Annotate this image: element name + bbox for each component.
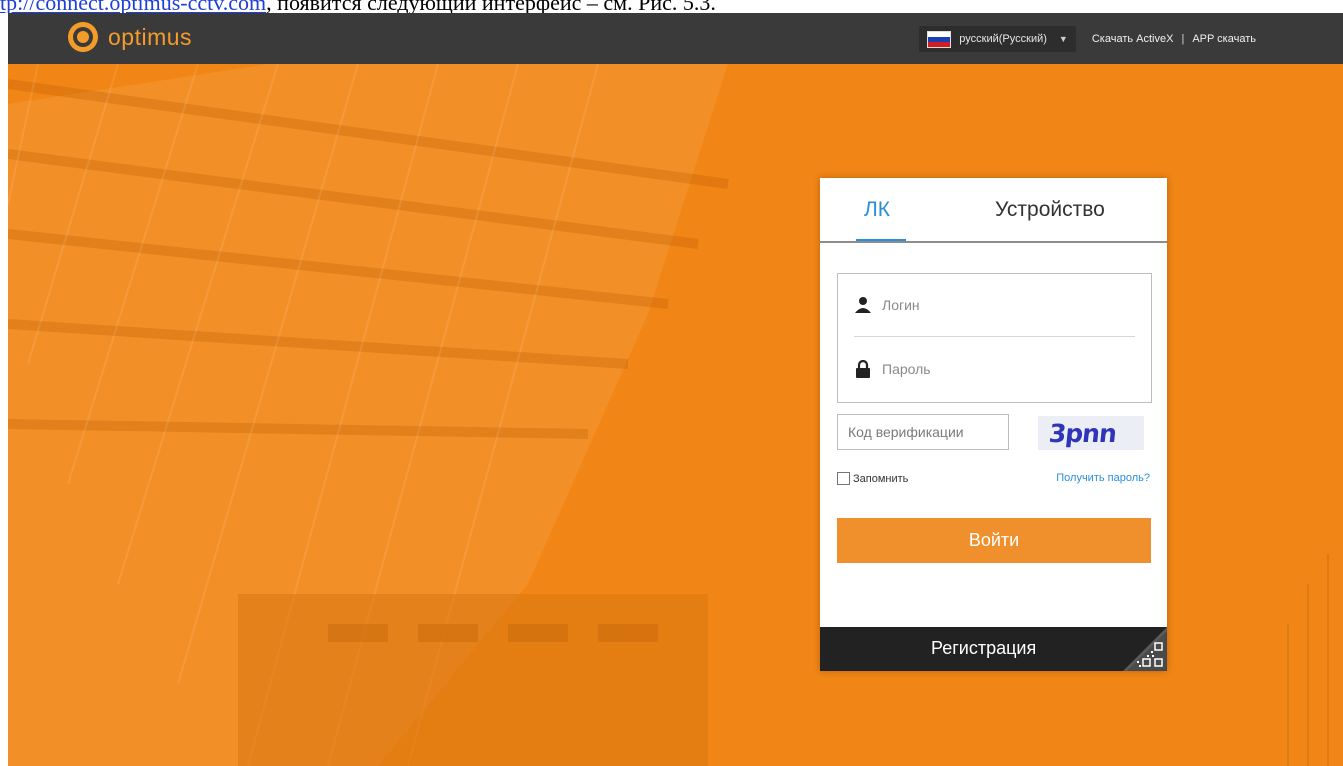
register-button[interactable]: Регистрация	[931, 638, 1036, 659]
password-input[interactable]	[880, 360, 1134, 378]
remember-checkbox[interactable]	[837, 472, 850, 485]
username-input[interactable]	[880, 296, 1134, 314]
document-caption: tp://connect.optimus-cctv.com, появится …	[0, 0, 1343, 13]
forgot-password-link[interactable]: Получить пароль?	[1056, 472, 1150, 484]
caption-text: tp://connect.optimus-cctv.com, появится …	[0, 0, 716, 13]
verification-code-input[interactable]	[837, 414, 1009, 450]
download-activex-link[interactable]: Скачать ActiveX	[1092, 33, 1174, 45]
web-portal: optimus русский(Русский) ▼ Скачать Activ…	[8, 13, 1343, 766]
header-actions: русский(Русский) ▼ Скачать ActiveX | APP…	[919, 26, 1343, 52]
password-row	[854, 357, 1134, 381]
brand-logo[interactable]: optimus	[68, 22, 192, 52]
caption-link[interactable]: tp://connect.optimus-cctv.com	[0, 0, 266, 13]
top-bar: optimus русский(Русский) ▼ Скачать Activ…	[8, 13, 1343, 64]
lock-icon	[856, 360, 870, 378]
tab-account[interactable]: ЛК	[864, 198, 890, 222]
qr-code-icon[interactable]	[1123, 627, 1167, 671]
language-selector[interactable]: русский(Русский) ▼	[919, 26, 1076, 52]
login-button[interactable]: Войти	[837, 518, 1151, 563]
caret-down-icon: ▼	[1058, 34, 1068, 44]
russia-flag-icon	[927, 30, 952, 48]
header-separator: |	[1181, 33, 1185, 45]
credentials-box	[837, 273, 1152, 403]
username-row	[854, 293, 1134, 317]
caption-sentence: , появится следующий интерфейс – см. Рис…	[266, 0, 716, 13]
captcha-image[interactable]: 3pnn	[1038, 416, 1144, 450]
remember-label: Запомнить	[853, 472, 909, 485]
language-label: русский(Русский)	[959, 33, 1047, 45]
active-tab-indicator	[856, 239, 906, 241]
brand-name: optimus	[108, 23, 193, 50]
login-card: ЛК Устройство 3pnn	[820, 178, 1167, 671]
register-bar: Регистрация	[820, 627, 1167, 671]
tab-device[interactable]: Устройство	[995, 198, 1105, 222]
captcha-text: 3pnn	[1047, 419, 1118, 448]
remember-me[interactable]: Запомнить	[837, 472, 908, 485]
app-download-link[interactable]: APP скачать	[1192, 33, 1256, 45]
optimus-logo-icon	[68, 22, 98, 52]
login-tabs: ЛК Устройство	[820, 178, 1167, 243]
field-divider	[854, 336, 1135, 337]
user-icon	[855, 297, 871, 313]
